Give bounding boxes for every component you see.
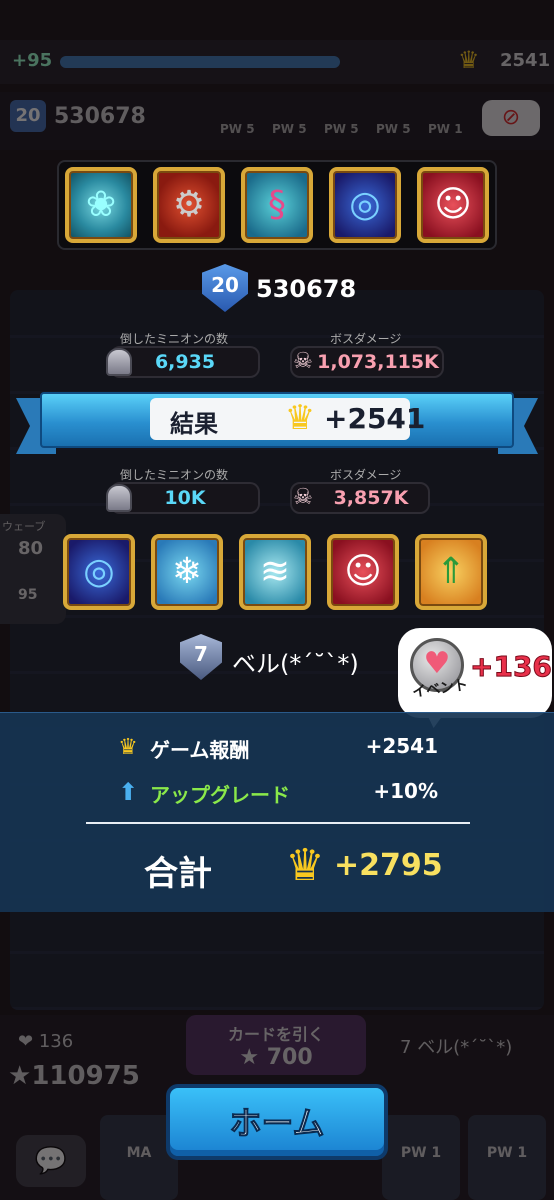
event-value: +136 bbox=[470, 650, 553, 684]
card-slot: PW 1 bbox=[382, 1115, 460, 1200]
home-button-label[interactable]: ホーム bbox=[166, 1098, 388, 1144]
player-boss-label: ボスダメージ bbox=[330, 468, 402, 482]
skull-icon: ☠ bbox=[293, 485, 313, 510]
top-level-indicator: +95 bbox=[12, 50, 53, 71]
crown-icon: ♛ bbox=[284, 398, 316, 438]
opponent-deck: ❀ ⚙ § ◎ ☺ bbox=[57, 160, 497, 250]
upgrade-arrow-icon: ⬆ bbox=[118, 778, 139, 806]
stars-value: 110975 bbox=[31, 1061, 140, 1091]
wave-label: ウェーブ bbox=[2, 520, 46, 533]
game-reward-value: +2541 bbox=[365, 734, 438, 758]
game-reward-label: ゲーム報酬 bbox=[150, 738, 250, 762]
helmet-icon bbox=[106, 484, 132, 512]
hearts-count: ❤ 136 bbox=[18, 1031, 74, 1052]
pw-label: PW 1 bbox=[428, 122, 463, 136]
wave-number: 80 bbox=[18, 538, 44, 559]
pw-label: PW 5 bbox=[272, 122, 307, 136]
upgrade-arrow-icon: ⇑ bbox=[415, 534, 487, 610]
skull-icon: ☠ bbox=[293, 349, 313, 374]
vortex-icon: ◎ bbox=[63, 534, 135, 610]
rank-badge: 20 bbox=[10, 100, 46, 132]
pw-label: PW 5 bbox=[324, 122, 359, 136]
hearts-value: 136 bbox=[38, 1031, 74, 1052]
opponent-header: 20 530678 PW 5 PW 5 PW 5 PW 5 PW 1 ⊘ bbox=[0, 92, 554, 150]
wave-sub: 95 bbox=[18, 587, 38, 603]
dna-icon: § bbox=[241, 167, 313, 243]
crown-icon: ♛ bbox=[285, 840, 325, 891]
stop-icon: ⊘ bbox=[482, 100, 540, 136]
total-value: +2795 bbox=[334, 848, 443, 883]
player-name: ベル(*´˘`*) bbox=[232, 650, 359, 678]
player-minions-value: 10K bbox=[110, 482, 260, 514]
opponent-score: 530678 bbox=[54, 104, 146, 129]
draw-card-label: カードを引く bbox=[227, 1025, 324, 1044]
jester-icon: ☺ bbox=[327, 534, 399, 610]
card-slot: PW 1 bbox=[468, 1115, 546, 1200]
opponent-minions-label: 倒したミニオンの数 bbox=[120, 332, 229, 346]
bg-player-level: 7 bbox=[400, 1037, 412, 1058]
upgrade-label: アップグレード bbox=[150, 783, 290, 807]
result-label: 結果 bbox=[170, 410, 218, 438]
gatling-icon: ⚙ bbox=[153, 167, 225, 243]
total-label: 合計 bbox=[144, 854, 212, 894]
player-minions-label: 倒したミニオンの数 bbox=[120, 468, 229, 482]
crown-icon: ♛ bbox=[118, 735, 138, 760]
upgrade-value: +10% bbox=[373, 779, 438, 803]
stars-count: ★110975 bbox=[8, 1061, 140, 1091]
vortex-icon: ◎ bbox=[329, 167, 401, 243]
top-crown-count: 2541 bbox=[500, 50, 551, 71]
draw-card-cost: ★ 700 bbox=[239, 1045, 313, 1070]
draw-cost-value: 700 bbox=[266, 1045, 313, 1070]
slime-icon: ❀ bbox=[65, 167, 137, 243]
opponent-rank: 20 bbox=[211, 273, 239, 297]
pw-label: PW 5 bbox=[376, 122, 411, 136]
snowflake-icon: ❄ bbox=[151, 534, 223, 610]
bg-player-name: ベル(*´˘`*) bbox=[417, 1037, 513, 1058]
top-status-bar: +95 ♛ 2541 bbox=[0, 40, 554, 84]
chat-icon: 💬 bbox=[16, 1135, 86, 1187]
draw-card-button: カードを引く ★ 700 bbox=[186, 1015, 366, 1075]
top-progress-bar bbox=[60, 56, 340, 68]
player-level: 7 bbox=[194, 642, 208, 666]
wave-icon: ≋ bbox=[239, 534, 311, 610]
opponent-boss-label: ボスダメージ bbox=[330, 332, 402, 346]
reward-summary-panel bbox=[0, 712, 554, 912]
wave-indicator: ウェーブ 80 95 bbox=[0, 514, 66, 624]
crown-icon: ♛ bbox=[458, 46, 480, 74]
helmet-icon bbox=[106, 348, 132, 376]
summary-divider bbox=[86, 822, 470, 824]
bg-player-tag: 7 ベル(*´˘`*) bbox=[400, 1033, 512, 1059]
opponent-minions-value: 6,935 bbox=[110, 346, 260, 378]
jester-icon: ☺ bbox=[417, 167, 489, 243]
result-value: +2541 bbox=[324, 402, 426, 435]
opponent-total-score: 530678 bbox=[256, 275, 357, 303]
pw-label: PW 5 bbox=[220, 122, 255, 136]
